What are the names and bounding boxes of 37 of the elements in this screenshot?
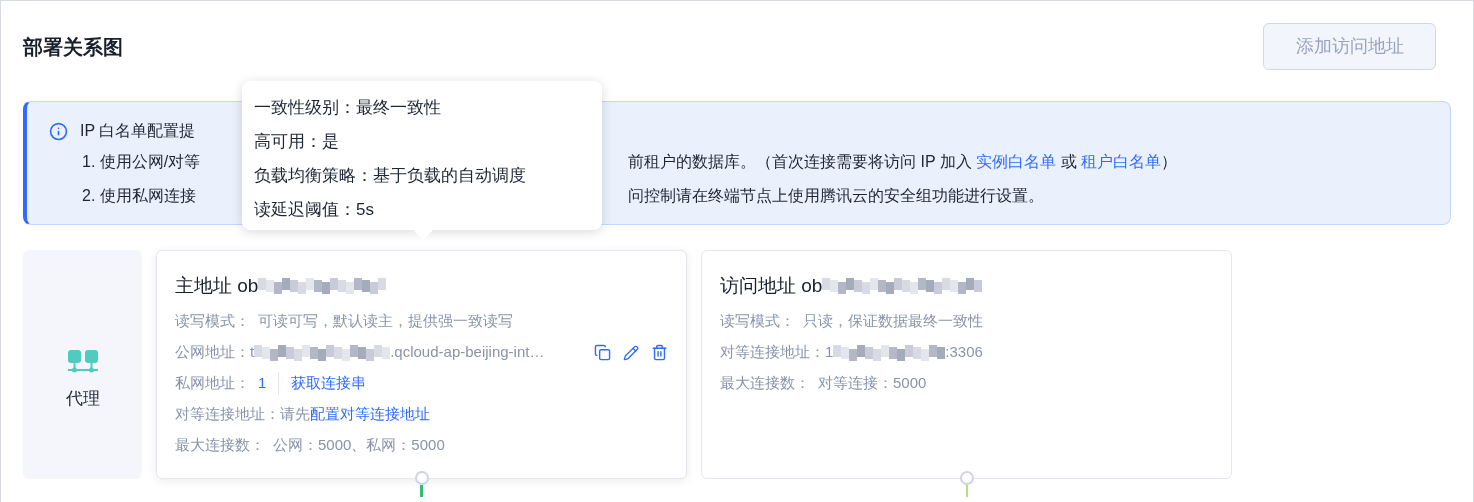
- whitelist-link[interactable]: 租户白名单: [1081, 153, 1162, 170]
- field-label: 最大连接数：: [175, 435, 265, 456]
- field-value: 只读，保证数据最终一致性: [803, 311, 983, 332]
- alert-title: IP 白名单配置提: [80, 121, 196, 141]
- field-value: 可读可写，默认读主，提供强一致读写: [258, 311, 513, 332]
- page-title: 部署关系图: [23, 34, 123, 60]
- tooltip-line: 高可用：是: [254, 131, 340, 153]
- field-label: 读写模式：: [720, 311, 795, 332]
- card-title: 主地址 ob: [175, 273, 259, 298]
- field-label: 对等连接地址：请先: [175, 404, 310, 425]
- alert-text: 问控制请在终端节点上使用腾讯云的安全组功能进行设置。: [628, 186, 1044, 206]
- tooltip-line: 负载均衡策略：基于负载的自动调度: [254, 165, 527, 187]
- field-label: 公网地址：t: [175, 342, 255, 363]
- field-label: 最大连接数：: [720, 373, 810, 394]
- field-value: .qcloud-ap-beijing-int…: [390, 342, 545, 363]
- field-label: 读写模式：: [175, 311, 250, 332]
- copy-icon[interactable]: [594, 344, 611, 361]
- connection-string-link[interactable]: 获取连接串: [291, 372, 367, 395]
- field-label: 对等连接地址：1: [720, 342, 834, 363]
- tooltip-line: 一致性级别：最终一致性: [254, 97, 442, 119]
- alert-text: 1. 使用公网/对等: [82, 153, 201, 170]
- tooltip-line: 读延迟阈值：5s: [254, 199, 375, 221]
- address-count[interactable]: 1: [258, 372, 280, 395]
- field-value: 对等连接：5000: [818, 373, 927, 394]
- alert-text: 前租户的数据库。（首次连接需要将访问 IP 加入 实例白名单 或 租户白名单）: [628, 152, 1178, 172]
- card-title: 访问地址 ob: [720, 273, 823, 298]
- field-label: 私网地址：: [175, 373, 250, 394]
- field-value: :3306: [945, 342, 983, 363]
- proxy-label: 代理: [65, 387, 100, 410]
- alert-text: 2. 使用私网连接: [82, 187, 196, 204]
- configure-link[interactable]: 配置对等连接地址: [310, 403, 430, 426]
- edit-icon[interactable]: [623, 344, 639, 361]
- delete-icon[interactable]: [651, 344, 668, 361]
- field-value: 公网：5000、私网：5000: [273, 435, 445, 456]
- whitelist-link[interactable]: 实例白名单: [976, 153, 1057, 170]
- info-icon: [49, 121, 68, 141]
- proxy-panel[interactable]: 代理: [23, 250, 142, 479]
